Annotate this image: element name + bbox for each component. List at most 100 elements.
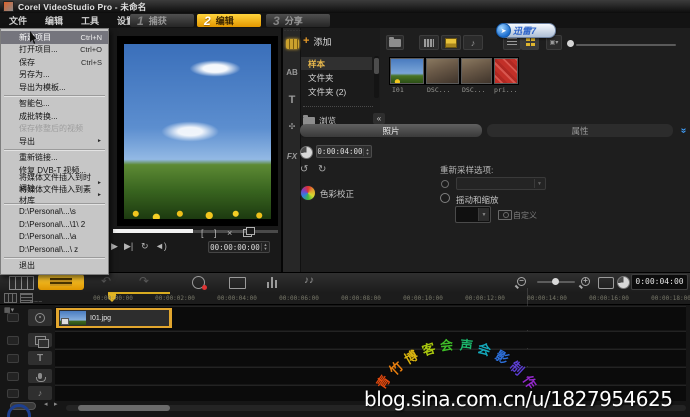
zoom-out-button[interactable]: − xyxy=(517,277,526,286)
expand-options-button[interactable]: » xyxy=(677,124,690,137)
overlay-track-toggle[interactable] xyxy=(7,336,19,345)
volume-button[interactable]: ◄) xyxy=(155,241,167,251)
toolbar-timecode[interactable]: 0:00:04:00 xyxy=(631,274,688,290)
tab-share[interactable]: 3 分享 xyxy=(266,14,330,27)
video-track-button[interactable] xyxy=(28,309,52,326)
rotate-right-button[interactable]: ↻ xyxy=(318,164,326,175)
library-item-folder[interactable]: 文件夹 xyxy=(301,71,372,84)
menu-item-recent-4[interactable]: D:\Personal\...\ z xyxy=(1,243,108,256)
filter-video-button[interactable] xyxy=(419,35,439,50)
toolbar-clock-icon[interactable] xyxy=(617,276,630,289)
graphic-library-icon[interactable]: ✣ xyxy=(285,120,299,132)
color-correction-button[interactable]: 色彩校正 xyxy=(320,188,354,200)
track-manager-icon[interactable]: ▦▾ xyxy=(4,306,14,314)
next-frame-button[interactable]: ▶| xyxy=(124,241,133,252)
title-track[interactable] xyxy=(55,349,686,366)
overlay-track-button[interactable] xyxy=(28,333,52,348)
rotate-left-button[interactable]: ↺ xyxy=(300,164,308,175)
scroll-right-button[interactable]: ▸ xyxy=(54,400,58,408)
storyboard-view-button[interactable] xyxy=(9,276,34,290)
filter-library-icon[interactable]: FX xyxy=(285,150,299,162)
thumbnail-i01[interactable] xyxy=(389,57,425,85)
screen-capture-button[interactable] xyxy=(229,277,246,289)
menu-item-save[interactable]: 保存 Ctrl+S xyxy=(1,56,108,69)
menu-item-recent-3[interactable]: D:\Personal\...\a xyxy=(1,231,108,244)
library-item-samples[interactable]: 样本 xyxy=(301,57,372,70)
thumbnail-dsc2[interactable] xyxy=(460,57,493,85)
media-library-icon[interactable] xyxy=(285,38,299,50)
timeline-view-button[interactable] xyxy=(38,274,84,290)
timecode-stepper[interactable]: ▲ ▼ xyxy=(261,243,269,251)
timeline-zoom-slider-handle[interactable] xyxy=(552,278,559,285)
music-track-toggle[interactable] xyxy=(7,389,19,398)
menu-item-new-project[interactable]: 新建项目 Ctrl+N xyxy=(1,31,108,44)
add-folder-button[interactable]: + 添加 xyxy=(303,33,377,49)
sound-mixer-button[interactable] xyxy=(267,277,281,288)
record-capture-button[interactable] xyxy=(192,276,207,290)
menu-edit[interactable]: 编辑 xyxy=(36,14,72,27)
filter-audio-button[interactable]: ♪ xyxy=(463,35,483,50)
voice-track-button[interactable] xyxy=(28,369,52,383)
repeat-button[interactable]: ↻ xyxy=(141,241,149,252)
overlay-track[interactable] xyxy=(55,331,686,348)
tab-edit[interactable]: 2 编辑 xyxy=(197,14,261,27)
scroll-left-button[interactable]: ◂ xyxy=(44,400,48,408)
resample-radio[interactable] xyxy=(441,180,449,188)
menu-item-recent-2[interactable]: D:\Personal\...\1\ 2 xyxy=(1,218,108,231)
enlarge-preview-icon[interactable] xyxy=(243,227,255,237)
thumbnail-pri[interactable] xyxy=(493,57,519,85)
duration-stepper[interactable]: ▲ ▼ xyxy=(363,147,371,156)
voice-track-toggle[interactable] xyxy=(7,372,19,381)
undo-button[interactable]: ↶ xyxy=(101,274,111,288)
resample-dropdown[interactable]: ▼ xyxy=(456,177,546,190)
timeline-hscrollbar-thumb[interactable] xyxy=(78,405,170,411)
parent-folder-button[interactable] xyxy=(386,35,404,50)
thumbnail-size-slider-handle[interactable] xyxy=(567,40,574,47)
voice-track[interactable] xyxy=(55,367,686,384)
fit-project-button[interactable] xyxy=(598,277,614,289)
library-scrollbar-thumb[interactable] xyxy=(374,58,379,74)
menu-item-recent-1[interactable]: D:\Personal\...\s xyxy=(1,206,108,219)
mark-in-button[interactable]: [ xyxy=(201,227,204,239)
title-track-toggle[interactable] xyxy=(7,354,19,363)
thumbnail-dsc1[interactable] xyxy=(425,57,460,85)
menu-tools[interactable]: 工具 xyxy=(72,14,108,27)
menu-item-export-template[interactable]: 导出为模板... xyxy=(1,81,108,94)
photo-duration-field[interactable]: 0:00:04:00 ▲ ▼ xyxy=(316,145,372,158)
menu-item-relink[interactable]: 重新链接... xyxy=(1,152,108,165)
timeline-clip-i01[interactable]: I01.jpg xyxy=(56,308,172,328)
zoom-in-button[interactable]: + xyxy=(581,277,590,286)
play-button[interactable]: ▶ xyxy=(111,241,118,252)
redo-button[interactable]: ↷ xyxy=(139,274,149,288)
seek-bar-progress[interactable] xyxy=(113,229,193,233)
preview-timecode[interactable]: 00:00:00:00 ▲ ▼ xyxy=(208,241,270,253)
auto-music-button[interactable]: ♪♪ xyxy=(304,275,314,286)
thunder7-badge[interactable]: ➤ 迅雷7 xyxy=(496,23,556,38)
thumbnail-size-slider-track[interactable] xyxy=(576,44,676,46)
split-clip-icon[interactable]: × xyxy=(227,227,232,239)
music-track-button[interactable]: ♪ xyxy=(28,386,52,400)
menu-item-open-project[interactable]: 打开项目... Ctrl+O xyxy=(1,44,108,57)
video-track-toggle[interactable] xyxy=(7,313,19,322)
title-library-icon[interactable]: T xyxy=(285,94,299,106)
menu-item-insert-to-library[interactable]: 将媒体文件插入到素材库 ► xyxy=(1,185,108,205)
menu-item-batch-convert[interactable]: 成批转换... xyxy=(1,110,108,123)
pan-zoom-radio[interactable] xyxy=(440,193,450,203)
track-storyboard-icon[interactable] xyxy=(4,293,17,303)
collapse-panel-button[interactable]: « xyxy=(373,113,385,124)
tab-photo[interactable]: 照片 xyxy=(300,124,482,137)
transition-library-icon[interactable]: AB xyxy=(285,66,299,78)
menu-item-exit[interactable]: 退出 xyxy=(1,260,108,273)
menu-item-save-as[interactable]: 另存为... xyxy=(1,69,108,82)
music-track[interactable] xyxy=(55,385,686,401)
tab-attributes[interactable]: 属性 xyxy=(487,124,673,137)
filter-photo-button[interactable] xyxy=(441,35,461,50)
menu-item-smart-package[interactable]: 智能包... xyxy=(1,98,108,111)
menu-item-export[interactable]: 导出 ► xyxy=(1,135,108,148)
library-item-folder2[interactable]: 文件夹 (2) xyxy=(301,85,372,98)
tab-capture[interactable]: 1 捕获 xyxy=(130,14,194,27)
pan-zoom-preset-dropdown[interactable]: ▼ xyxy=(455,206,491,223)
title-track-button[interactable]: T xyxy=(28,351,52,365)
track-resize-handle[interactable]: ––– xyxy=(30,299,43,305)
menu-file[interactable]: 文件 xyxy=(0,14,36,27)
